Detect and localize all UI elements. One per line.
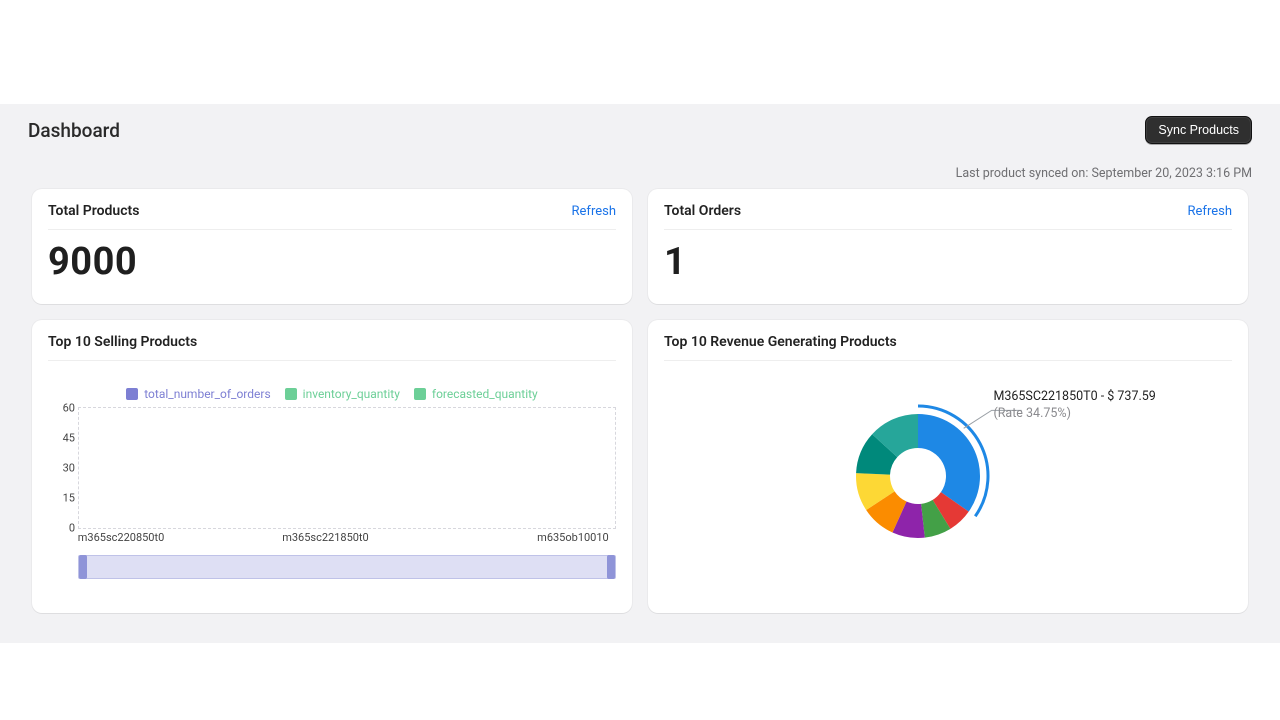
x-tick: m365sc221850t0 bbox=[282, 531, 369, 544]
bar-chart: 015304560 m365sc220850t0 m365sc221850t0 m6… bbox=[48, 407, 616, 579]
page-body: Dashboard Sync Products Last product syn… bbox=[0, 104, 1280, 643]
donut-chart: M365SC221850T0 - $ 737.59 (Rate 34.75%) bbox=[664, 371, 1232, 591]
cards-grid: Total Products Refresh 9000 Total Orders… bbox=[0, 181, 1280, 613]
y-tick: 45 bbox=[49, 432, 75, 445]
range-slider[interactable] bbox=[78, 555, 616, 579]
y-tick: 15 bbox=[49, 492, 75, 505]
legend-item: forecasted_quantity bbox=[414, 387, 538, 401]
card-top-revenue: Top 10 Revenue Generating Products M365S… bbox=[648, 320, 1248, 613]
card-head: Total Orders Refresh bbox=[664, 203, 1232, 230]
total-orders-value: 1 bbox=[664, 240, 1232, 284]
card-total-products: Total Products Refresh 9000 bbox=[32, 189, 632, 304]
chart-title: Top 10 Selling Products bbox=[48, 334, 616, 361]
y-tick: 30 bbox=[49, 462, 75, 475]
app-topbar bbox=[0, 0, 1280, 104]
callout-line2: (Rate 34.75%) bbox=[993, 406, 1155, 421]
legend-item: total_number_of_orders bbox=[126, 387, 270, 401]
last-sync-row: Last product synced on: September 20, 20… bbox=[0, 144, 1280, 181]
page-title: Dashboard bbox=[28, 119, 120, 142]
card-title: Total Products bbox=[48, 203, 139, 219]
legend-item: inventory_quantity bbox=[285, 387, 400, 401]
donut-callout: M365SC221850T0 - $ 737.59 (Rate 34.75%) bbox=[993, 389, 1155, 421]
refresh-link[interactable]: Refresh bbox=[1188, 204, 1232, 219]
last-sync-text: Last product synced on: September 20, 20… bbox=[956, 166, 1252, 181]
bar-plot: 015304560 bbox=[78, 407, 616, 529]
card-title: Total Orders bbox=[664, 203, 741, 219]
card-head: Total Products Refresh bbox=[48, 203, 616, 230]
total-products-value: 9000 bbox=[48, 240, 616, 284]
bar-xaxis: m365sc220850t0 m365sc221850t0 m635ob10010 bbox=[78, 531, 616, 547]
sync-products-button[interactable]: Sync Products bbox=[1145, 116, 1252, 144]
x-tick: m635ob10010 bbox=[537, 531, 609, 544]
refresh-link[interactable]: Refresh bbox=[572, 204, 616, 219]
x-tick: m365sc220850t0 bbox=[78, 531, 165, 544]
card-top-selling: Top 10 Selling Products total_number_of_… bbox=[32, 320, 632, 613]
y-tick: 0 bbox=[49, 522, 75, 535]
callout-line1: M365SC221850T0 - $ 737.59 bbox=[993, 389, 1155, 404]
chart-title: Top 10 Revenue Generating Products bbox=[664, 334, 1232, 361]
titlebar: Dashboard Sync Products bbox=[0, 104, 1280, 144]
card-total-orders: Total Orders Refresh 1 bbox=[648, 189, 1248, 304]
y-tick: 60 bbox=[49, 402, 75, 415]
bar-legend: total_number_of_orders inventory_quantity… bbox=[48, 387, 616, 401]
